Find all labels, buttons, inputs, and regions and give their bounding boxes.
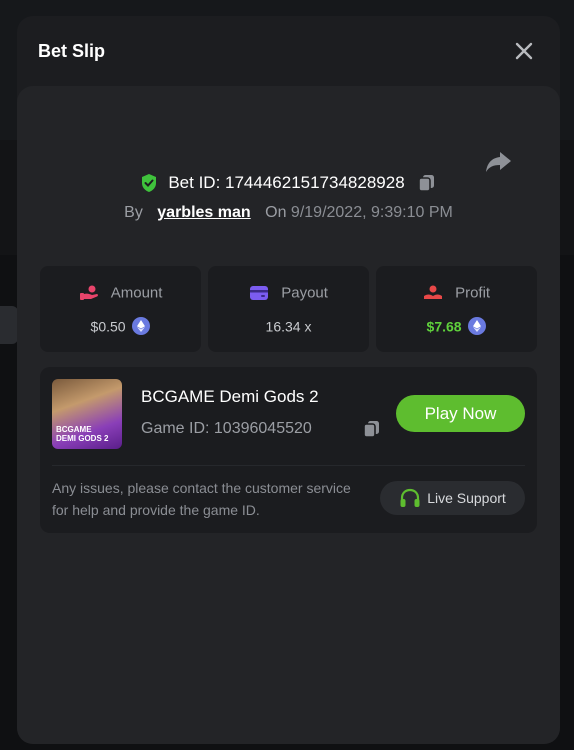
share-icon[interactable]	[484, 150, 512, 174]
thumbnail-brand-text: BCGAME	[56, 425, 92, 434]
amount-label: Amount	[110, 284, 163, 302]
bettor-row: By yarbles man On 9/19/2022, 9:39:10 PM	[17, 204, 560, 222]
play-now-button[interactable]: Play Now	[396, 395, 525, 432]
payout-value: 16.34 x	[265, 318, 312, 335]
amount-value: $0.50	[90, 318, 126, 335]
game-id: Game ID: 10396045520	[141, 420, 312, 437]
amount-card: Amount $0.50	[40, 266, 201, 352]
game-card: BCGAME DEMI GODS 2 BCGAME Demi Gods 2 Ga…	[40, 367, 537, 533]
divider	[52, 465, 525, 466]
copy-bet-id-icon[interactable]	[417, 173, 437, 193]
support-notice: Any issues, please contact the customer …	[52, 480, 351, 518]
profit-value: $7.68	[426, 318, 462, 335]
by-label: By	[124, 204, 143, 221]
modal-title: Bet Slip	[38, 41, 106, 61]
live-support-button[interactable]: Live Support	[380, 481, 525, 515]
payout-label: Payout	[281, 284, 328, 302]
background-tab-stub	[0, 306, 18, 344]
bet-slip-modal: Bet Slip Bet ID: 1744462151734828928 By …	[17, 16, 560, 744]
close-icon[interactable]	[513, 40, 535, 62]
eth-icon	[468, 317, 487, 336]
live-support-label: Live Support	[427, 490, 506, 506]
amount-icon	[79, 285, 98, 301]
verified-shield-icon	[141, 173, 156, 192]
bet-id-text: Bet ID: 1744462151734828928	[168, 172, 405, 192]
payout-card: Payout 16.34 x	[208, 266, 369, 352]
bet-datetime: 9/19/2022, 9:39:10 PM	[290, 204, 453, 221]
game-thumbnail[interactable]: BCGAME DEMI GODS 2	[52, 379, 122, 449]
game-name: BCGAME Demi Gods 2	[141, 387, 319, 406]
copy-game-id-icon[interactable]	[362, 419, 382, 439]
card-icon	[250, 286, 269, 301]
bet-id-row: Bet ID: 1744462151734828928	[17, 172, 560, 193]
profit-card: Profit $7.68	[376, 266, 537, 352]
eth-icon	[132, 317, 151, 336]
bettor-username-link[interactable]: yarbles man	[157, 204, 250, 221]
thumbnail-title-text: DEMI GODS 2	[56, 434, 109, 443]
on-label: On	[265, 204, 287, 221]
profit-icon	[423, 285, 442, 300]
bet-details-panel: Bet ID: 1744462151734828928 By yarbles m…	[17, 86, 560, 744]
profit-label: Profit	[455, 284, 491, 302]
headset-icon	[400, 488, 420, 507]
